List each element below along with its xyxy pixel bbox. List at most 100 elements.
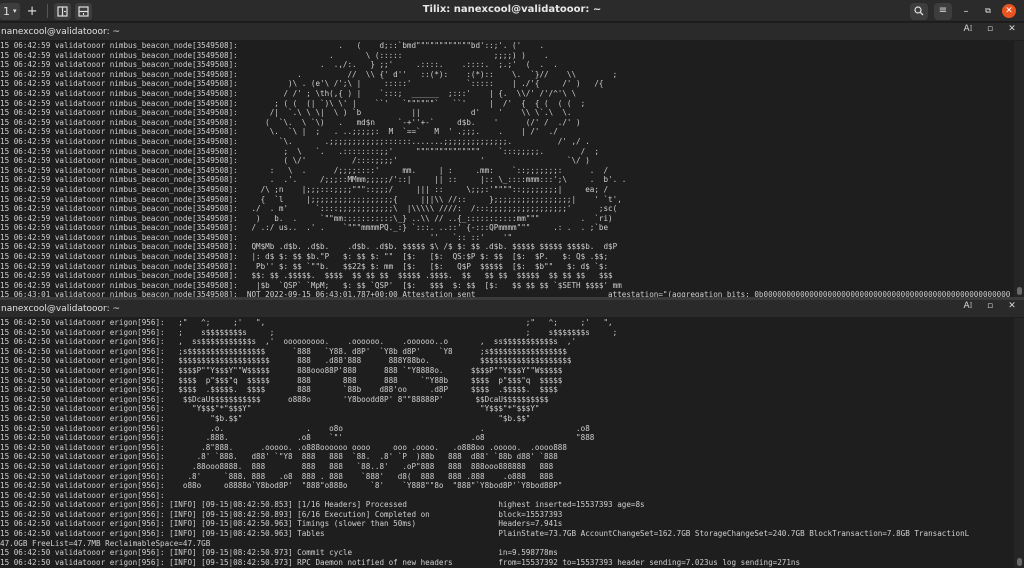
session-number: 1 xyxy=(3,4,10,18)
session-dropdown[interactable]: 1 ▾ xyxy=(0,2,20,20)
top-scrollbar[interactable] xyxy=(1014,41,1024,297)
close-window-button[interactable]: ✕ xyxy=(1002,4,1016,18)
terminal-line: 15 06:42:59 validatooor nimbus_beacon_no… xyxy=(0,213,613,223)
bottom-terminal[interactable]: 15 06:42:50 validatooor erigon[956]: ;" … xyxy=(0,318,1014,568)
terminal-line: 15 06:42:59 validatooor nimbus_beacon_no… xyxy=(0,223,609,233)
separator xyxy=(46,4,48,18)
split-down-icon xyxy=(77,5,89,17)
terminal-line: 15 06:42:59 validatooor nimbus_beacon_no… xyxy=(0,280,622,290)
top-pane-close-button[interactable]: ✕ xyxy=(1006,24,1018,34)
terminal-line: 15 06:42:59 validatooor nimbus_beacon_no… xyxy=(0,79,604,89)
top-scrollbar-thumb[interactable] xyxy=(1017,287,1022,295)
terminal-line: 15 06:42:50 validatooor erigon[956]: o88… xyxy=(0,481,563,491)
terminal-line: 15 06:42:59 validatooor nimbus_beacon_no… xyxy=(0,127,558,137)
terminal-line: 15 06:42:50 validatooor erigon[956]: .88… xyxy=(0,461,554,471)
terminal-line: 15 06:42:59 validatooor nimbus_beacon_no… xyxy=(0,271,613,281)
maximize-icon: ▫ xyxy=(986,24,994,34)
restore-icon: ⧉ xyxy=(985,6,991,15)
terminal-line: 15 06:42:59 validatooor nimbus_beacon_no… xyxy=(0,69,618,79)
terminal-line: 15 06:42:50 validatooor erigon[956]: $$$… xyxy=(0,385,558,395)
title-bar: 1 ▾ + Tilix: nanexcool@validatooor: ~ ≡ … xyxy=(0,0,1024,22)
terminal-line: 15 06:42:59 validatooor nimbus_beacon_no… xyxy=(0,41,545,50)
terminal-line: 15 06:42:59 validatooor nimbus_beacon_no… xyxy=(0,204,618,214)
terminal-line: 15 06:42:59 validatooor nimbus_beacon_no… xyxy=(0,60,558,70)
terminal-line: 15 06:42:59 validatooor nimbus_beacon_no… xyxy=(0,242,618,252)
top-pane-maximize-button[interactable]: ▫ xyxy=(984,24,996,34)
bottom-scrollbar-thumb[interactable] xyxy=(1017,558,1022,566)
bottom-scrollbar[interactable] xyxy=(1014,318,1024,568)
terminal-line: 15 06:42:50 validatooor erigon[956]: [IN… xyxy=(0,519,563,529)
maximize-button[interactable]: ⧉ xyxy=(980,3,996,19)
terminal-line: 15 06:42:50 validatooor erigon[956]: "$b… xyxy=(0,413,531,423)
terminal-line: 15 06:42:50 validatooor erigon[956]: $$D… xyxy=(0,394,549,404)
hamburger-icon: ≡ xyxy=(938,5,948,16)
terminal-line: 47.0GB FreeList=47.7MB ReclaimableSpace=… xyxy=(0,538,211,548)
top-terminal-output: 15 06:42:59 validatooor nimbus_beacon_no… xyxy=(0,41,1014,297)
terminal-line: 15 06:42:50 validatooor erigon[956]: $$$… xyxy=(0,356,572,366)
terminal-line: 15 06:42:59 validatooor nimbus_beacon_no… xyxy=(0,88,577,98)
terminal-line: 15 06:42:59 validatooor nimbus_beacon_no… xyxy=(0,156,590,166)
terminal-line: 15 06:42:59 validatooor nimbus_beacon_no… xyxy=(0,165,609,175)
terminal-line: 15 06:42:50 validatooor erigon[956]: ;s$… xyxy=(0,346,567,356)
terminal-line: 15 06:42:50 validatooor erigon[956]: , s… xyxy=(0,337,577,347)
search-icon xyxy=(914,6,924,16)
bottom-pane-maximize-button[interactable]: ▫ xyxy=(984,301,996,311)
terminal-line: 15 06:42:50 validatooor erigon[956]: [IN… xyxy=(0,557,801,567)
terminal-line: 15 06:42:50 validatooor erigon[956]: .8"… xyxy=(0,442,567,452)
top-pane-read-only-button[interactable]: A⁞ xyxy=(962,24,974,34)
bottom-pane-header: nanexcool@validatooor: ~ A⁞ ▫ ✕ xyxy=(0,300,1024,317)
bottom-pane-title[interactable]: nanexcool@validatooor: ~ xyxy=(0,304,120,314)
close-icon: ✕ xyxy=(1008,24,1016,34)
terminal-line: 15 06:42:50 validatooor erigon[956]: ; s… xyxy=(0,327,618,337)
bottom-pane-close-button[interactable]: ✕ xyxy=(1006,301,1018,311)
chevron-down-icon: ▾ xyxy=(13,7,17,15)
terminal-line: 15 06:42:50 validatooor erigon[956]: [IN… xyxy=(0,509,563,519)
terminal-line: 15 06:42:50 validatooor erigon[956]: .8'… xyxy=(0,452,558,462)
terminal-line: 15 06:42:59 validatooor nimbus_beacon_no… xyxy=(0,194,622,204)
minimize-icon: – xyxy=(963,5,969,17)
terminal-line: 15 06:42:59 validatooor nimbus_beacon_no… xyxy=(0,136,590,146)
terminal-line: 15 06:42:59 validatooor nimbus_beacon_no… xyxy=(0,184,609,194)
terminal-line: 15 06:42:50 validatooor erigon[956]: ;" … xyxy=(0,318,613,327)
terminal-line: 15 06:42:50 validatooor erigon[956]: .o.… xyxy=(0,423,590,433)
find-button[interactable] xyxy=(910,2,928,20)
terminal-line: 15 06:42:50 validatooor erigon[956]: [IN… xyxy=(0,529,970,539)
terminal-line: 15 06:42:59 validatooor nimbus_beacon_no… xyxy=(0,98,586,108)
terminal-line: 15 06:42:59 validatooor nimbus_beacon_no… xyxy=(0,252,609,262)
bottom-terminal-output: 15 06:42:50 validatooor erigon[956]: ;" … xyxy=(0,318,1014,567)
text-format-icon: A⁞ xyxy=(963,301,973,311)
close-icon: ✕ xyxy=(1008,301,1016,311)
title-bar-left-controls: 1 ▾ + xyxy=(0,2,92,20)
terminal-line: 15 06:42:59 validatooor nimbus_beacon_no… xyxy=(0,50,549,60)
add-terminal-down-button[interactable] xyxy=(74,2,92,20)
terminal-line: 15 06:42:59 validatooor nimbus_beacon_no… xyxy=(0,117,581,127)
terminal-line: 15 06:42:50 validatooor erigon[956]: $$$… xyxy=(0,375,563,385)
terminal-line: 15 06:42:59 validatooor nimbus_beacon_no… xyxy=(0,261,609,271)
window-title: Tilix: nanexcool@validatooor: ~ xyxy=(422,4,602,15)
terminal-line: 15 06:42:59 validatooor nimbus_beacon_no… xyxy=(0,175,627,185)
bottom-pane-read-only-button[interactable]: A⁞ xyxy=(962,301,974,311)
add-terminal-right-button[interactable] xyxy=(53,2,71,20)
title-bar-right-controls: ≡ – ⧉ ✕ xyxy=(910,2,1016,20)
terminal-line: 15 06:42:50 validatooor erigon[956]: "Y$… xyxy=(0,404,540,414)
terminal-line: 15 06:42:50 validatooor erigon[956]: .88… xyxy=(0,433,595,443)
minimize-button[interactable]: – xyxy=(958,3,974,19)
split-right-icon xyxy=(56,5,68,17)
menu-button[interactable]: ≡ xyxy=(934,2,952,20)
plus-icon: + xyxy=(26,3,38,19)
terminal-line: 15 06:42:50 validatooor erigon[956]: $$$… xyxy=(0,365,563,375)
terminal-line: 15 06:42:50 validatooor erigon[956]: [IN… xyxy=(0,548,558,558)
add-session-button[interactable]: + xyxy=(24,3,41,20)
terminal-line: 15 06:42:50 validatooor erigon[956]: [IN… xyxy=(0,500,645,510)
top-pane-title[interactable]: nanexcool@validatooor: ~ xyxy=(0,27,120,37)
bottom-pane-controls: A⁞ ▫ ✕ xyxy=(962,301,1018,311)
terminal-line: 15 06:42:50 validatooor erigon[956]: .8'… xyxy=(0,471,554,481)
top-pane-header: nanexcool@validatooor: ~ A⁞ ▫ ✕ xyxy=(0,23,1024,40)
maximize-icon: ▫ xyxy=(986,301,994,311)
close-icon: ✕ xyxy=(1005,6,1013,16)
top-pane-controls: A⁞ ▫ ✕ xyxy=(962,24,1018,34)
top-terminal[interactable]: 15 06:42:59 validatooor nimbus_beacon_no… xyxy=(0,41,1014,297)
terminal-line: 15 06:42:59 validatooor nimbus_beacon_no… xyxy=(0,146,599,156)
terminal-line: 15 06:42:59 validatooor nimbus_beacon_no… xyxy=(0,232,513,242)
terminal-line: 15 06:42:50 validatooor erigon[956]: xyxy=(0,490,165,500)
